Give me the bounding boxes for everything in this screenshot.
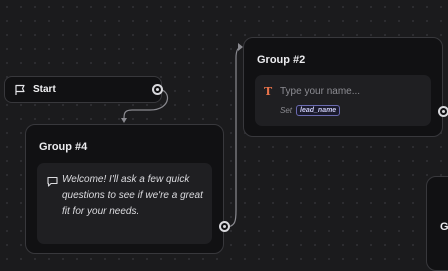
- group-4-title: Group #4: [39, 141, 88, 153]
- text-bubble-block[interactable]: Welcome! I'll ask a few quick questions …: [37, 163, 212, 244]
- variable-chip[interactable]: lead_name: [296, 105, 341, 116]
- start-output-handle[interactable]: [152, 84, 163, 95]
- set-variable-row: Set lead_name: [280, 105, 341, 116]
- group-4-node[interactable]: Group #4 Welcome! I'll ask a few quick q…: [25, 124, 230, 254]
- group-2-title: Group #2: [257, 54, 306, 66]
- welcome-message: Welcome! I'll ask a few quick questions …: [62, 174, 203, 217]
- partial-group-title: G: [440, 221, 448, 233]
- set-label: Set: [280, 106, 293, 115]
- chat-bubble-icon: [47, 176, 58, 187]
- flag-icon: [15, 84, 25, 95]
- text-input-block[interactable]: T Type your name... Set lead_name: [255, 75, 431, 126]
- group-4-output-handle[interactable]: [219, 221, 230, 232]
- start-label: Start: [33, 84, 56, 95]
- partial-group-node[interactable]: G: [426, 176, 448, 271]
- input-placeholder: Type your name...: [280, 86, 361, 97]
- group-2-output-handle[interactable]: [438, 106, 448, 117]
- start-node[interactable]: Start: [4, 76, 163, 103]
- text-input-icon: T: [264, 85, 273, 98]
- edge-arrow-group4: [121, 118, 127, 123]
- edge-group4-to-group2: [224, 46, 243, 228]
- group-2-node[interactable]: Group #2 T Type your name... Set lead_na…: [243, 37, 448, 137]
